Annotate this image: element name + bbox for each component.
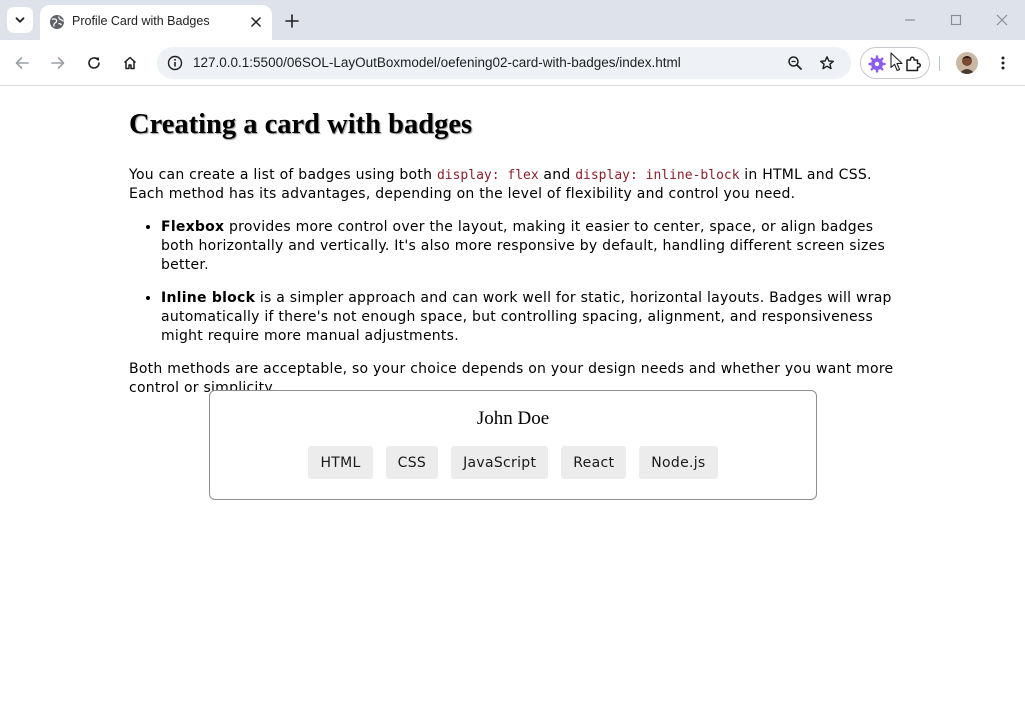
- tab-search-button[interactable]: [7, 7, 33, 33]
- intro-text: You can create a list of badges using bo…: [129, 167, 437, 183]
- info-icon: [167, 55, 183, 71]
- tab-title: Profile Card with Badges: [72, 14, 210, 28]
- reload-icon: [88, 57, 100, 69]
- method-list: Flexbox provides more control over the l…: [129, 218, 899, 346]
- extension-button[interactable]: [867, 54, 887, 74]
- page-title: Creating a card with badges: [129, 109, 473, 140]
- zoom-button[interactable]: [783, 51, 807, 75]
- minimize-icon: [905, 19, 915, 21]
- gear-icon: [868, 55, 886, 73]
- term-inline-block: Inline block: [161, 290, 256, 306]
- badge-javascript: JavaScript: [451, 446, 549, 479]
- profile-avatar[interactable]: [956, 52, 978, 74]
- code-inline-block: display: inline-block: [575, 168, 740, 183]
- list-item-inline-block: Inline block is a simpler approach and c…: [161, 289, 899, 346]
- page-content: Creating a card with badges You can crea…: [129, 87, 899, 398]
- badge-list: HTML CSS JavaScript React Node.js: [210, 446, 816, 479]
- code-flex: display: flex: [436, 168, 539, 183]
- close-icon: [251, 17, 261, 27]
- site-info-button[interactable]: [163, 51, 187, 75]
- active-tab[interactable]: Profile Card with Badges: [40, 5, 272, 40]
- badge-react: React: [561, 446, 627, 479]
- more-vertical-icon: [1001, 56, 1005, 70]
- inline-block-description: is a simpler approach and can work well …: [161, 290, 892, 344]
- maximize-icon: [950, 14, 962, 26]
- star-icon: [820, 56, 834, 70]
- badge-html: HTML: [308, 446, 373, 479]
- home-icon: [123, 56, 137, 70]
- zoom-icon: [788, 56, 802, 70]
- flexbox-description: provides more control over the layout, m…: [161, 219, 885, 273]
- arrow-right-icon: [51, 57, 65, 69]
- profile-name: John Doe: [476, 408, 550, 429]
- close-icon: [996, 14, 1008, 26]
- globe-icon: [50, 15, 64, 29]
- tab-strip: Profile Card with Badges: [0, 0, 1025, 40]
- browser-toolbar: 127.0.0.1:5500/06SOL-LayOutBoxmodel/oefe…: [0, 40, 1025, 86]
- badge-nodejs: Node.js: [639, 446, 718, 479]
- arrow-left-icon: [15, 57, 29, 69]
- minimize-button[interactable]: [898, 8, 922, 32]
- new-tab-button[interactable]: [280, 9, 304, 33]
- list-item-flexbox: Flexbox provides more control over the l…: [161, 218, 899, 275]
- avatar-icon: [956, 52, 978, 74]
- forward-button[interactable]: [45, 50, 71, 76]
- profile-card: John Doe HTML CSS JavaScript React Node.…: [209, 390, 817, 500]
- mouse-cursor-icon: [890, 52, 903, 72]
- toolbar-separator: [939, 56, 940, 71]
- reload-button[interactable]: [81, 50, 107, 76]
- tab-close-button[interactable]: [247, 13, 265, 31]
- extensions-menu-button[interactable]: [903, 54, 923, 74]
- home-button[interactable]: [117, 50, 143, 76]
- back-button[interactable]: [9, 50, 35, 76]
- plus-icon: [285, 14, 299, 28]
- puzzle-icon: [906, 56, 922, 72]
- maximize-button[interactable]: [944, 8, 968, 32]
- address-bar[interactable]: 127.0.0.1:5500/06SOL-LayOutBoxmodel/oefe…: [157, 47, 851, 79]
- term-flexbox: Flexbox: [161, 219, 225, 235]
- url-text[interactable]: 127.0.0.1:5500/06SOL-LayOutBoxmodel/oefe…: [193, 55, 681, 70]
- chevron-down-icon: [15, 17, 25, 23]
- bookmark-button[interactable]: [815, 51, 839, 75]
- badge-css: CSS: [385, 446, 439, 479]
- intro-paragraph: You can create a list of badges using bo…: [129, 166, 899, 204]
- browser-menu-button[interactable]: [990, 50, 1016, 76]
- close-window-button[interactable]: [990, 8, 1014, 32]
- intro-text: and: [538, 167, 576, 183]
